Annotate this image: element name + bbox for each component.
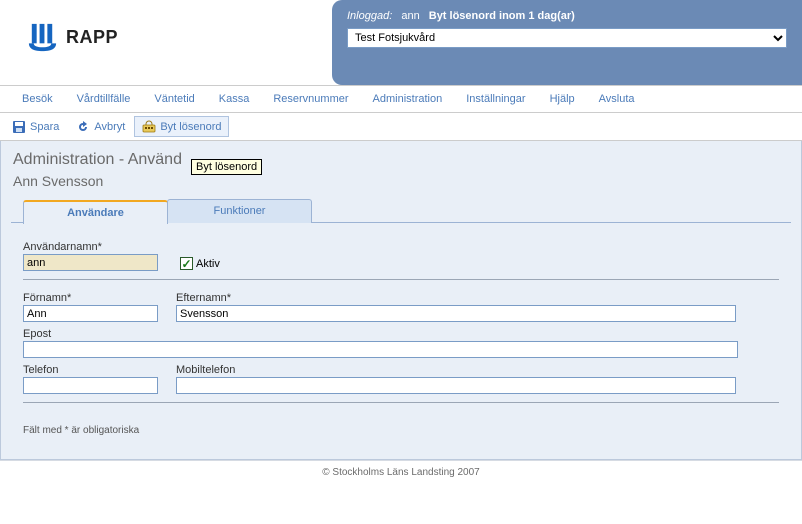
lastname-input[interactable] bbox=[176, 305, 736, 322]
menu-reservnummer[interactable]: Reservnummer bbox=[261, 86, 360, 112]
organization-select[interactable]: Test Fotsjukvård bbox=[347, 28, 787, 48]
user-form: Användarnamn* ✓ Aktiv Förnamn* Efternamn… bbox=[11, 223, 791, 444]
cancel-label: Avbryt bbox=[94, 121, 125, 133]
username-label: Användarnamn* bbox=[23, 241, 158, 253]
app-header: RAPP Inloggad: ann Byt lösenord inom 1 d… bbox=[0, 0, 802, 85]
lastname-field-wrap: Efternamn* bbox=[176, 292, 736, 322]
undo-icon bbox=[75, 119, 90, 134]
phone-input[interactable] bbox=[23, 377, 158, 394]
tab-users[interactable]: Användare bbox=[23, 200, 168, 224]
page-subtitle: Ann Svensson bbox=[13, 173, 791, 189]
username-input[interactable] bbox=[23, 254, 158, 271]
menu-vardtillfalle[interactable]: Vårdtillfälle bbox=[65, 86, 143, 112]
mobile-input[interactable] bbox=[176, 377, 736, 394]
email-field-wrap: Epost bbox=[23, 328, 738, 358]
change-password-button[interactable]: Byt lösenord bbox=[134, 116, 228, 137]
content-area: Administration - Använd Byt lösenord Ann… bbox=[0, 141, 802, 460]
firstname-label: Förnamn* bbox=[23, 292, 158, 304]
main-menu: Besök Vårdtillfälle Väntetid Kassa Reser… bbox=[0, 85, 802, 113]
logo-area: RAPP bbox=[0, 0, 118, 55]
phone-label: Telefon bbox=[23, 364, 158, 376]
username-field-wrap: Användarnamn* bbox=[23, 241, 158, 271]
menu-vantetid[interactable]: Väntetid bbox=[142, 86, 206, 112]
lastname-label: Efternamn* bbox=[176, 292, 736, 304]
save-label: Spara bbox=[30, 121, 59, 133]
mobile-field-wrap: Mobiltelefon bbox=[176, 364, 736, 394]
password-warning: Byt lösenord inom 1 dag(ar) bbox=[429, 10, 575, 22]
logged-in-user: ann bbox=[401, 10, 419, 22]
cancel-button[interactable]: Avbryt bbox=[68, 116, 132, 137]
header-info-panel: Inloggad: ann Byt lösenord inom 1 dag(ar… bbox=[332, 0, 802, 85]
tab-strip: Användare Funktioner bbox=[23, 199, 791, 223]
menu-installningar[interactable]: Inställningar bbox=[454, 86, 537, 112]
separator bbox=[23, 279, 779, 280]
phone-field-wrap: Telefon bbox=[23, 364, 158, 394]
active-label: Aktiv bbox=[196, 258, 220, 270]
footer: © Stockholms Läns Landsting 2007 bbox=[0, 460, 802, 484]
change-password-label: Byt lösenord bbox=[160, 121, 221, 133]
menu-administration[interactable]: Administration bbox=[361, 86, 455, 112]
key-icon bbox=[141, 119, 156, 134]
tooltip: Byt lösenord bbox=[191, 159, 262, 175]
firstname-input[interactable] bbox=[23, 305, 158, 322]
logo-icon bbox=[25, 20, 60, 55]
mobile-label: Mobiltelefon bbox=[176, 364, 736, 376]
login-status: Inloggad: ann Byt lösenord inom 1 dag(ar… bbox=[347, 10, 787, 22]
separator bbox=[23, 402, 779, 403]
menu-hjalp[interactable]: Hjälp bbox=[538, 86, 587, 112]
menu-besok[interactable]: Besök bbox=[10, 86, 65, 112]
required-fields-note: Fält med * är obligatoriska bbox=[23, 425, 779, 436]
email-label: Epost bbox=[23, 328, 738, 340]
save-icon bbox=[11, 119, 26, 134]
menu-avsluta[interactable]: Avsluta bbox=[587, 86, 647, 112]
active-checkbox-wrap[interactable]: ✓ Aktiv bbox=[180, 257, 220, 271]
checkbox-checked-icon: ✓ bbox=[180, 257, 193, 270]
menu-kassa[interactable]: Kassa bbox=[207, 86, 262, 112]
page-title: Administration - Använd bbox=[13, 151, 791, 169]
save-button[interactable]: Spara bbox=[4, 116, 66, 137]
logo-text: RAPP bbox=[66, 27, 118, 48]
logged-in-label: Inloggad: bbox=[347, 10, 392, 22]
email-input[interactable] bbox=[23, 341, 738, 358]
toolbar: Spara Avbryt Byt lösenord bbox=[0, 113, 802, 141]
firstname-field-wrap: Förnamn* bbox=[23, 292, 158, 322]
tab-functions[interactable]: Funktioner bbox=[167, 199, 312, 223]
